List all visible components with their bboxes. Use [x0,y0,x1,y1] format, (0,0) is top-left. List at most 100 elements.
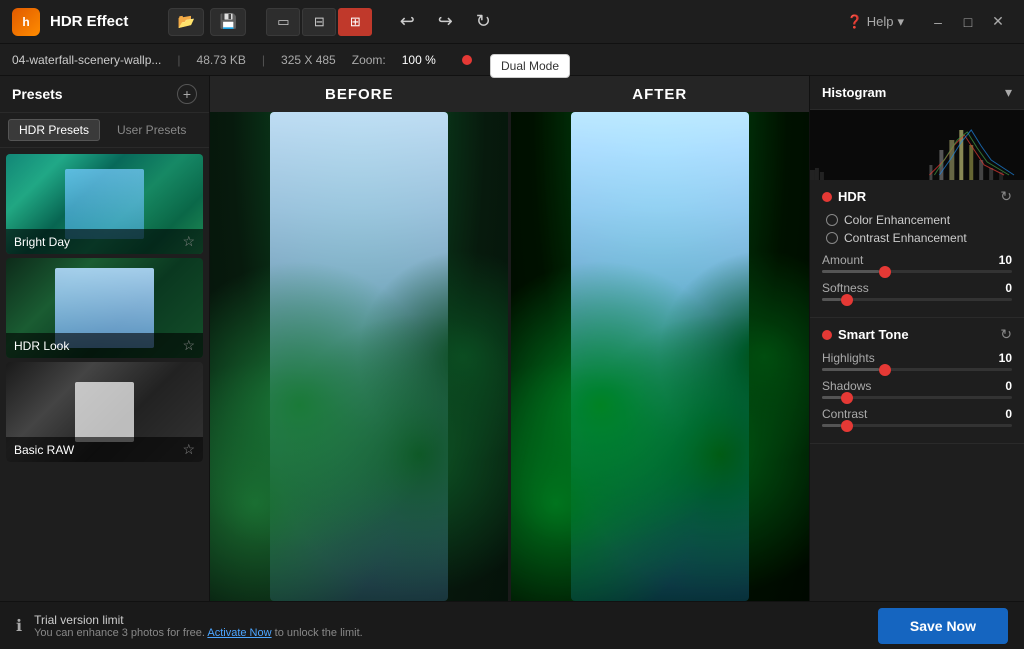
histogram-svg [810,110,1024,180]
record-indicator [462,55,472,65]
presets-header: Presets + [0,76,209,113]
export-button[interactable]: 💾 [210,8,246,36]
refresh-button[interactable]: ↻ [468,8,498,36]
amount-slider[interactable] [822,270,1012,273]
zoom-value: 100 % [402,53,436,67]
before-label: BEFORE [210,86,509,103]
highlights-thumb[interactable] [879,364,891,376]
amount-thumb[interactable] [879,266,891,278]
preset-label-text: Bright Day [14,235,70,249]
list-item[interactable]: Bright Day ☆ [6,154,203,254]
preset-label-text: HDR Look [14,339,69,353]
maximize-button[interactable]: □ [954,10,982,34]
amount-param: Amount 10 [822,253,1012,273]
add-preset-button[interactable]: + [177,84,197,104]
list-item[interactable]: HDR Look ☆ [6,258,203,358]
titlebar: h HDR Effect 📂 💾 ▭ ⊟ ⊞ ↩ ↪ ↻ ❓ Help ▾ – … [0,0,1024,44]
shadows-thumb[interactable] [841,392,853,404]
amount-label: Amount [822,253,863,267]
trial-message: Trial version limit [34,613,363,627]
close-button[interactable]: ✕ [984,10,1012,34]
contrast-fill [822,424,841,427]
highlights-label: Highlights [822,351,875,365]
app-logo: h [12,8,40,36]
radio-circle [826,214,838,226]
contrast-thumb[interactable] [841,420,853,432]
app-title: HDR Effect [50,13,128,30]
help-label: Help [867,14,894,29]
histogram-chart [810,110,1024,180]
bottom-bar: ℹ Trial version limit You can enhance 3 … [0,601,1024,649]
star-icon[interactable]: ☆ [182,233,195,250]
contrast-param: Contrast 0 [822,407,1012,427]
contrast-enhancement-label: Contrast Enhancement [844,231,967,245]
open-button[interactable]: 📂 [168,8,204,36]
contrast-enhancement-option[interactable]: Contrast Enhancement [826,231,1012,245]
softness-thumb[interactable] [841,294,853,306]
hdr-dot[interactable] [822,192,832,202]
softness-slider[interactable] [822,298,1012,301]
minimize-button[interactable]: – [924,10,952,34]
radio-circle [826,232,838,244]
after-label: AFTER [511,86,810,103]
shadows-value: 0 [1005,379,1012,393]
highlights-param: Highlights 10 [822,351,1012,371]
trial-info: Trial version limit You can enhance 3 ph… [34,613,363,639]
highlights-value: 10 [999,351,1012,365]
hdr-reset[interactable]: ↻ [1000,188,1012,205]
highlights-fill [822,368,879,371]
redo-button[interactable]: ↪ [430,8,460,36]
list-item[interactable]: Basic RAW ☆ [6,362,203,462]
amount-value: 10 [999,253,1012,267]
star-icon[interactable]: ☆ [182,441,195,458]
save-now-button[interactable]: Save Now [878,608,1008,644]
hdr-label: HDR [838,189,994,204]
preset-label-text: Basic RAW [14,443,74,457]
amount-fill [822,270,879,273]
filename: 04-waterfall-scenery-wallp... [12,53,161,67]
single-view-button[interactable]: ▭ [266,8,300,36]
dual-mode-tooltip: Dual Mode [490,54,570,78]
user-presets-tab[interactable]: User Presets [106,119,197,141]
side-by-side-button[interactable]: ⊟ [302,8,336,36]
histogram-collapse[interactable]: ▾ [1005,84,1012,101]
preset-tabs: HDR Presets User Presets [0,113,209,148]
contrast-slider[interactable] [822,424,1012,427]
color-enhancement-option[interactable]: Color Enhancement [826,213,1012,227]
undo-button[interactable]: ↩ [392,8,422,36]
hdr-radio-group: Color Enhancement Contrast Enhancement [826,213,1012,245]
shadows-param: Shadows 0 [822,379,1012,399]
smart-tone-section: Smart Tone ↻ Highlights 10 Shadows 0 [810,318,1024,444]
filesize: 48.73 KB [197,53,246,67]
view-modes: ▭ ⊟ ⊞ [266,8,372,36]
before-canvas [210,112,508,601]
titlebar-tools: 📂 💾 [168,8,246,36]
smart-tone-dot[interactable] [822,330,832,340]
dimensions: 325 X 485 [281,53,336,67]
smart-tone-reset[interactable]: ↻ [1000,326,1012,343]
presets-sidebar: Presets + HDR Presets User Presets Brigh… [0,76,210,601]
before-after-labels: BEFORE AFTER [210,76,809,112]
after-canvas [511,112,809,601]
info-icon: ℹ [16,616,22,636]
main-area: Presets + HDR Presets User Presets Brigh… [0,76,1024,601]
presets-list: Bright Day ☆ HDR Look ☆ Basic RAW ☆ [0,148,209,601]
right-panel: Histogram ▾ [809,76,1024,601]
softness-fill [822,298,841,301]
hdr-section: HDR ↻ Color Enhancement Contrast Enhance… [810,180,1024,318]
smart-tone-label: Smart Tone [838,327,994,342]
shadows-fill [822,396,841,399]
help-area[interactable]: ❓ Help ▾ [847,14,904,30]
canvas-images[interactable] [210,112,809,601]
highlights-slider[interactable] [822,368,1012,371]
star-icon[interactable]: ☆ [182,337,195,354]
softness-value: 0 [1005,281,1012,295]
dual-mode-button[interactable]: ⊞ [338,8,372,36]
hdr-presets-tab[interactable]: HDR Presets [8,119,100,141]
window-controls: – □ ✕ [924,10,1012,34]
activate-link[interactable]: Activate Now [207,627,271,639]
shadows-slider[interactable] [822,396,1012,399]
zoom-label: Zoom: [352,53,386,67]
histogram-title: Histogram [822,85,886,100]
help-chevron: ▾ [897,14,904,30]
